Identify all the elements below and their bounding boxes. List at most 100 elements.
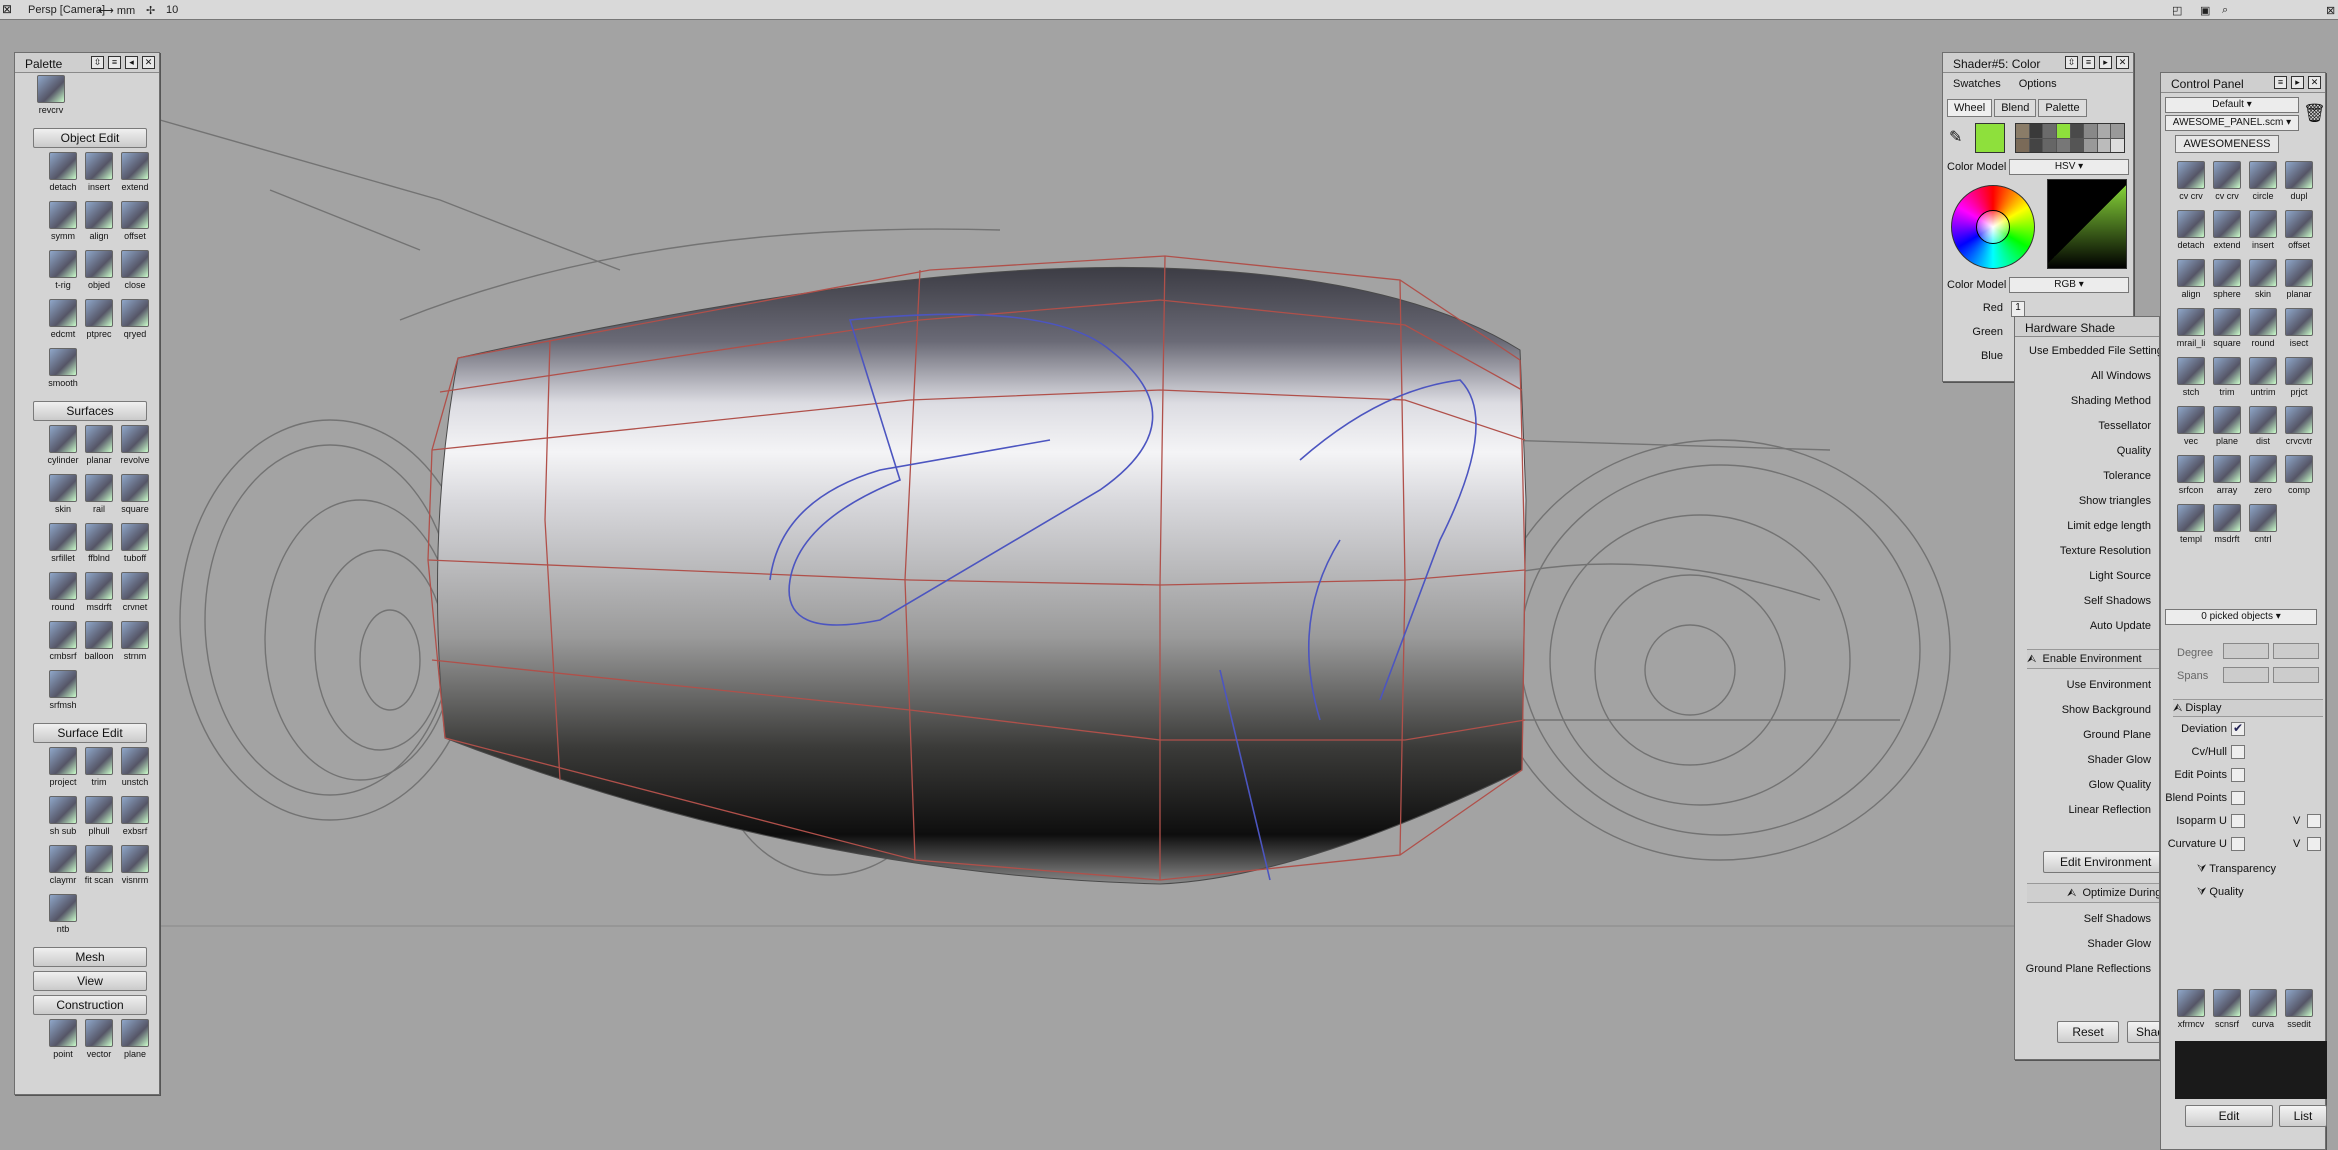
palette-options-icon[interactable]: ⇳	[91, 56, 104, 69]
section-view[interactable]: View	[33, 971, 147, 991]
hs-main-row-11[interactable]: Auto Update	[2015, 614, 2159, 639]
hs-main-row-9[interactable]: Light Source	[2015, 564, 2159, 589]
eyedropper-icon[interactable]: ✎	[1949, 127, 1962, 147]
hs-main-row-1[interactable]: All Windows	[2015, 364, 2159, 389]
shelf-tool-7[interactable]: offset	[2281, 210, 2317, 259]
palette-1-tool-7[interactable]: ffblnd	[81, 523, 117, 572]
palette-1-tool-2[interactable]: revolve	[117, 425, 153, 474]
shelf-tool-13[interactable]: square	[2209, 308, 2245, 357]
palette-1-tool-8[interactable]: tuboff	[117, 523, 153, 572]
preset-dropdown[interactable]: Default ▾	[2165, 97, 2299, 113]
spans-field-2[interactable]	[2273, 667, 2319, 683]
bottom-shelf-tool-0[interactable]: xfrmcv	[2173, 989, 2209, 1038]
shelf-tool-11[interactable]: planar	[2281, 259, 2317, 308]
hs-main-row-2[interactable]: Shading Method	[2015, 389, 2159, 414]
shelf-tool-28[interactable]: templ	[2173, 504, 2209, 553]
palette-0-tool-6[interactable]: t-rig	[45, 250, 81, 299]
display-checkbox-5[interactable]	[2231, 837, 2245, 851]
palette-2-tool-8[interactable]: visnrm	[117, 845, 153, 894]
shelf-tool-10[interactable]: skin	[2245, 259, 2281, 308]
shelf-tool-2[interactable]: circle	[2245, 161, 2281, 210]
quality-toggle[interactable]: ⮛ Quality	[2197, 886, 2244, 899]
shader-options-icon[interactable]: ⇳	[2065, 56, 2078, 69]
palette-1-tool-14[interactable]: strnm	[117, 621, 153, 670]
degree-field-2[interactable]	[2273, 643, 2319, 659]
display-header[interactable]: ⮙ Display	[2173, 699, 2323, 717]
palette-2-tool-3[interactable]: sh sub	[45, 796, 81, 845]
shelf-tool-23[interactable]: crvcvtr	[2281, 406, 2317, 455]
window-close-right-icon[interactable]: ⊠	[2326, 4, 2335, 17]
enable-environment-header[interactable]: ⮙ Enable Environment	[2027, 649, 2159, 669]
shelf-file-dropdown[interactable]: AWESOME_PANEL.scm ▾	[2165, 115, 2299, 131]
list-button[interactable]: List	[2279, 1105, 2327, 1127]
degree-field-1[interactable]	[2223, 643, 2269, 659]
shelf-tool-0[interactable]: cv crv	[2173, 161, 2209, 210]
display-checkbox-4[interactable]	[2231, 814, 2245, 828]
palette-0-tool-5[interactable]: offset	[117, 201, 153, 250]
palette-2-tool-9[interactable]: ntb	[45, 894, 81, 943]
shelf-tool-14[interactable]: round	[2245, 308, 2281, 357]
spans-field-1[interactable]	[2223, 667, 2269, 683]
shelf-tool-29[interactable]: msdrft	[2209, 504, 2245, 553]
zoom-icon[interactable]: ⌕	[2222, 4, 2228, 17]
palette-2-tool-6[interactable]: claymr	[45, 845, 81, 894]
palette-0-tool-0[interactable]: detach	[45, 152, 81, 201]
shelf-tool-9[interactable]: sphere	[2209, 259, 2245, 308]
shelf-tool-16[interactable]: stch	[2173, 357, 2209, 406]
color-wheel[interactable]	[1951, 185, 2035, 269]
palette-2-tool-0[interactable]: project	[45, 747, 81, 796]
palette-1-tool-1[interactable]: planar	[81, 425, 117, 474]
shelf-tool-17[interactable]: trim	[2209, 357, 2245, 406]
palette-1-tool-13[interactable]: balloon	[81, 621, 117, 670]
shader-menu-icon[interactable]: ≡	[2082, 56, 2095, 69]
shelf-tool-30[interactable]: cntrl	[2245, 504, 2281, 553]
shade-button[interactable]: Shade	[2127, 1021, 2159, 1043]
chrome-tank-surface[interactable]	[436, 266, 1527, 885]
hs-main-row-7[interactable]: Limit edge length	[2015, 514, 2159, 539]
transparency-toggle[interactable]: ⮛ Transparency	[2197, 863, 2276, 876]
palette-0-tool-10[interactable]: ptprec	[81, 299, 117, 348]
shader-collapse-icon[interactable]: ▸	[2099, 56, 2112, 69]
shelf-tool-6[interactable]: insert	[2245, 210, 2281, 259]
palette-0-tool-1[interactable]: insert	[81, 152, 117, 201]
hs-env-row-2[interactable]: Ground Plane	[2015, 723, 2159, 748]
palette-1-tool-3[interactable]: skin	[45, 474, 81, 523]
hs-main-row-3[interactable]: Tessellator	[2015, 414, 2159, 439]
palette-1-tool-5[interactable]: square	[117, 474, 153, 523]
hs-main-row-5[interactable]: Tolerance	[2015, 464, 2159, 489]
control-panel-close-icon[interactable]: ✕	[2308, 76, 2321, 89]
menu-swatches[interactable]: Swatches	[1953, 78, 2001, 90]
shelf-tool-26[interactable]: zero	[2245, 455, 2281, 504]
bottom-shelf-tool-3[interactable]: ssedit	[2281, 989, 2317, 1038]
section-mesh[interactable]: Mesh	[33, 947, 147, 967]
palette-1-tool-10[interactable]: msdrft	[81, 572, 117, 621]
reset-button[interactable]: Reset	[2057, 1021, 2119, 1043]
hs-main-row-4[interactable]: Quality	[2015, 439, 2159, 464]
palette-collapse-icon[interactable]: ◂	[125, 56, 138, 69]
section-header-2[interactable]: Surface Edit	[33, 723, 147, 743]
display-v-checkbox-5[interactable]	[2307, 837, 2321, 851]
display-checkbox-1[interactable]	[2231, 745, 2245, 759]
tab-wheel[interactable]: Wheel	[1947, 99, 1993, 117]
optimize-during-header[interactable]: ⮙ Optimize During	[2027, 883, 2159, 903]
control-panel-menu-icon[interactable]: ≡	[2274, 76, 2287, 89]
shelf-tool-18[interactable]: untrim	[2245, 357, 2281, 406]
tool-revcrv[interactable]: revcrv	[33, 75, 69, 124]
palette-1-tool-0[interactable]: cylinder	[45, 425, 81, 474]
bottom-shelf-tool-1[interactable]: scnsrf	[2209, 989, 2245, 1038]
shelf-tool-1[interactable]: cv crv	[2209, 161, 2245, 210]
recent-swatches[interactable]	[2015, 123, 2125, 153]
shelf-tool-3[interactable]: dupl	[2281, 161, 2317, 210]
hs-env-row-4[interactable]: Glow Quality	[2015, 773, 2159, 798]
section-construction[interactable]: Construction	[33, 995, 147, 1015]
hs-env-row-0[interactable]: Use Environment	[2015, 673, 2159, 698]
palette-1-tool-11[interactable]: crvnet	[117, 572, 153, 621]
palette-2-tool-1[interactable]: trim	[81, 747, 117, 796]
palette-menu-icon[interactable]: ≡	[108, 56, 121, 69]
palette-0-tool-9[interactable]: edcmt	[45, 299, 81, 348]
palette-1-tool-9[interactable]: round	[45, 572, 81, 621]
control-panel-collapse-icon[interactable]: ▸	[2291, 76, 2304, 89]
palette-0-tool-2[interactable]: extend	[117, 152, 153, 201]
shelf-tool-24[interactable]: srfcon	[2173, 455, 2209, 504]
palette-1-tool-12[interactable]: cmbsrf	[45, 621, 81, 670]
